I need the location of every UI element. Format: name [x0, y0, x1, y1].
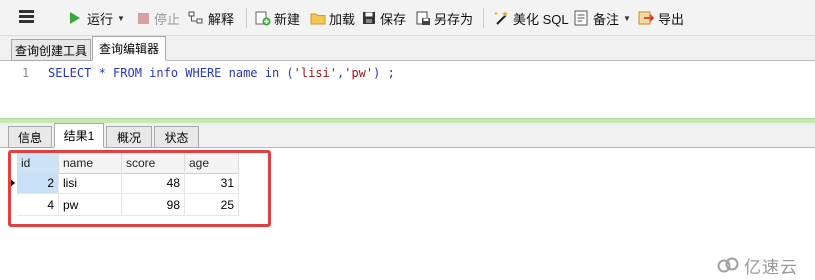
magic-wand-icon [493, 10, 510, 26]
toolbar-separator [483, 8, 484, 28]
export-button[interactable]: 导出 [638, 0, 684, 36]
beautify-sql-label: 美化 SQL [513, 11, 569, 27]
folder-icon [310, 12, 326, 25]
watermark-logo-icon [717, 257, 739, 273]
tab-result-1[interactable]: 结果1 [54, 123, 104, 148]
tab-label: 结果1 [63, 129, 95, 143]
sql-text: ) ; [373, 66, 395, 80]
stop-button[interactable]: 停止 [138, 0, 180, 36]
note-button[interactable]: 备注 ▼ [574, 0, 631, 36]
load-label: 加载 [329, 11, 356, 27]
save-as-button[interactable]: 另存为 [416, 0, 473, 36]
run-button[interactable]: 运行 ▼ [70, 0, 125, 36]
sql-code-line[interactable]: SELECT * FROM info WHERE name in ('lisi'… [48, 66, 395, 80]
export-label: 导出 [658, 11, 685, 27]
tab-status[interactable]: 状态 [154, 126, 199, 148]
sql-text: SELECT * FROM info WHERE name in ( [48, 66, 294, 80]
export-icon [638, 11, 655, 26]
new-button[interactable]: 新建 [255, 0, 300, 36]
note-dropdown-icon[interactable]: ▼ [623, 14, 631, 23]
run-dropdown-icon[interactable]: ▼ [117, 14, 125, 23]
tab-label: 概况 [116, 130, 141, 145]
load-button[interactable]: 加载 [310, 0, 355, 36]
toolbar-separator [246, 8, 247, 28]
watermark-text: 亿速云 [744, 257, 798, 277]
sql-string-literal: 'lisi' [293, 66, 337, 80]
run-label: 运行 [87, 11, 114, 27]
save-button[interactable]: 保存 [362, 0, 406, 36]
save-as-icon [416, 11, 431, 26]
tab-label: 查询创建工具 [14, 43, 87, 58]
note-icon [574, 10, 589, 26]
new-label: 新建 [274, 11, 301, 27]
play-icon [70, 12, 80, 24]
tab-profile[interactable]: 概况 [106, 126, 152, 148]
tab-query-builder[interactable]: 查询创建工具 [11, 39, 91, 61]
highlight-annotation-box [8, 150, 271, 227]
save-label: 保存 [380, 11, 407, 27]
sql-editor[interactable]: 1 SELECT * FROM info WHERE name in ('lis… [0, 61, 815, 119]
tab-label: 信息 [17, 130, 42, 145]
editor-tab-bar: 查询创建工具 查询编辑器 [0, 36, 815, 61]
save-icon [362, 11, 376, 25]
tab-label: 查询编辑器 [98, 42, 159, 56]
explain-button[interactable]: 解释 [188, 0, 234, 36]
tab-label: 状态 [164, 130, 189, 145]
watermark: 亿速云 [716, 255, 798, 277]
sql-string-literal: 'pw' [344, 66, 374, 80]
save-as-label: 另存为 [434, 11, 474, 27]
note-label: 备注 [593, 11, 620, 27]
new-query-icon [255, 11, 271, 26]
explain-icon [188, 11, 204, 25]
menu-icon[interactable] [19, 10, 34, 24]
stop-icon [138, 12, 149, 24]
toolbar: 运行 ▼ 停止 解释 新建 加载 保存 另存为 美化 SQL 备注 ▼ 导出 [0, 0, 815, 36]
line-number-gutter: 1 [0, 61, 44, 119]
beautify-sql-button[interactable]: 美化 SQL [493, 0, 569, 36]
tab-info[interactable]: 信息 [8, 126, 52, 148]
stop-label: 停止 [154, 11, 181, 27]
line-number: 1 [22, 66, 30, 80]
explain-label: 解释 [208, 11, 235, 27]
tab-query-editor[interactable]: 查询编辑器 [92, 36, 166, 61]
result-tab-bar: 信息 结果1 概况 状态 [0, 123, 815, 148]
